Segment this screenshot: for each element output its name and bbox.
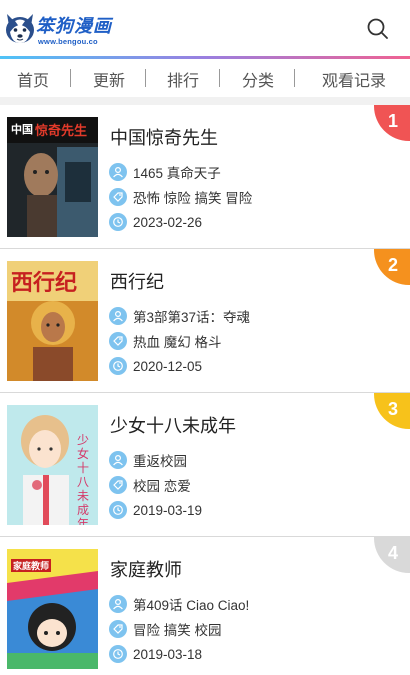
nav-divider: [70, 69, 71, 87]
comic-list-item[interactable]: 家庭教师 家庭教师 第409话 Ciao Ciao! 冒险 搞笑 校园 2019…: [0, 537, 410, 675]
nav-home[interactable]: 首页: [10, 67, 56, 91]
comic-cover[interactable]: 家庭教师: [7, 549, 98, 669]
rank-badge: 2: [374, 249, 410, 285]
update-date: 2019-03-19: [133, 502, 203, 518]
rank-number: 2: [388, 255, 399, 275]
tag-icon: [109, 476, 127, 494]
comic-cover[interactable]: 少女十八未成年: [7, 405, 98, 525]
tag-icon: [109, 332, 127, 350]
date-row: 2023-02-26: [109, 212, 202, 232]
comic-title[interactable]: 中国惊奇先生: [110, 124, 218, 150]
nav-divider: [294, 69, 295, 87]
tags-row: 恐怖 惊险 搞笑 冒险: [109, 187, 252, 207]
section-spacer: [0, 97, 410, 105]
cover-label: 中国: [11, 124, 33, 136]
rank-number: 4: [388, 543, 399, 563]
tags-row: 校园 恋爱: [109, 475, 191, 495]
site-logo[interactable]: 笨狗漫画 www.bengou.co: [4, 10, 114, 50]
search-button[interactable]: [363, 14, 393, 44]
genre-tags: 热血 魔幻 格斗: [133, 335, 222, 350]
logo-title: 笨狗漫画: [36, 16, 112, 37]
nav-categories[interactable]: 分类: [235, 67, 281, 91]
comic-title[interactable]: 家庭教师: [110, 556, 182, 582]
main-nav: 首页 更新 排行 分类 观看记录: [0, 59, 410, 97]
cover-title-art: 家庭教师: [11, 559, 52, 572]
latest-chapter: 第409话 Ciao Ciao!: [133, 598, 250, 613]
tag-icon: [109, 620, 127, 638]
logo-url: www.bengou.co: [38, 37, 98, 46]
genre-tags: 恐怖 惊险 搞笑 冒险: [133, 191, 253, 206]
rank-number: 1: [388, 111, 399, 131]
comic-list-item[interactable]: 西行纪 西行纪 第3部第37话：夺魂 热血 魔幻 格斗 2020-12-05 2: [0, 249, 410, 393]
tags-row: 冒险 搞笑 校园: [109, 619, 222, 639]
nav-ranking[interactable]: 排行: [160, 67, 206, 91]
tag-icon: [109, 188, 127, 206]
person-icon: [109, 307, 127, 325]
comic-title[interactable]: 少女十八未成年: [110, 412, 236, 438]
clock-icon: [109, 213, 127, 231]
cover-title-art: 惊奇先生: [35, 123, 88, 138]
update-date: 2019-03-18: [133, 646, 203, 662]
cover-title-art: 西行纪: [11, 270, 78, 296]
latest-chapter: 重返校园: [133, 454, 187, 469]
latest-chapter: 第3部第37话：夺魂: [133, 310, 251, 325]
update-date: 2023-02-26: [133, 214, 203, 230]
clock-icon: [109, 645, 127, 663]
comic-cover[interactable]: 中国 惊奇先生: [7, 117, 98, 237]
search-icon: [367, 18, 388, 39]
rank-number: 3: [388, 399, 399, 419]
nav-updates[interactable]: 更新: [86, 67, 132, 91]
latest-chapter-row: 第3部第37话：夺魂: [109, 306, 250, 326]
comic-list-item[interactable]: 中国 惊奇先生 中国惊奇先生 1465 真命天子 恐怖 惊险 搞笑 冒险 202…: [0, 105, 410, 249]
nav-divider: [145, 69, 146, 87]
app-header: 笨狗漫画 www.bengou.co: [0, 0, 410, 56]
person-icon: [109, 451, 127, 469]
cover-title-art: 少女十八未成年: [77, 433, 90, 525]
latest-chapter-row: 重返校园: [109, 450, 187, 470]
date-row: 2020-12-05: [109, 356, 202, 376]
genre-tags: 校园 恋爱: [133, 479, 191, 494]
person-icon: [109, 163, 127, 181]
tags-row: 热血 魔幻 格斗: [109, 331, 222, 351]
update-date: 2020-12-05: [133, 358, 203, 374]
clock-icon: [109, 357, 127, 375]
comic-list-item[interactable]: 少女十八未成年 少女十八未成年 重返校园 校园 恋爱 2019-03-19 3: [0, 393, 410, 537]
person-icon: [109, 595, 127, 613]
rank-badge: 1: [374, 105, 410, 141]
comic-cover[interactable]: 西行纪: [7, 261, 98, 381]
rank-badge: 4: [374, 537, 410, 573]
nav-history[interactable]: 观看记录: [316, 67, 392, 91]
genre-tags: 冒险 搞笑 校园: [133, 623, 222, 638]
latest-chapter-row: 1465 真命天子: [109, 162, 221, 182]
clock-icon: [109, 501, 127, 519]
latest-chapter: 1465 真命天子: [133, 166, 221, 181]
rank-badge: 3: [374, 393, 410, 429]
husky-logo-icon: [6, 14, 34, 43]
nav-divider: [219, 69, 220, 87]
latest-chapter-row: 第409话 Ciao Ciao!: [109, 594, 249, 614]
date-row: 2019-03-19: [109, 500, 202, 520]
comic-title[interactable]: 西行纪: [110, 268, 164, 294]
date-row: 2019-03-18: [109, 644, 202, 664]
